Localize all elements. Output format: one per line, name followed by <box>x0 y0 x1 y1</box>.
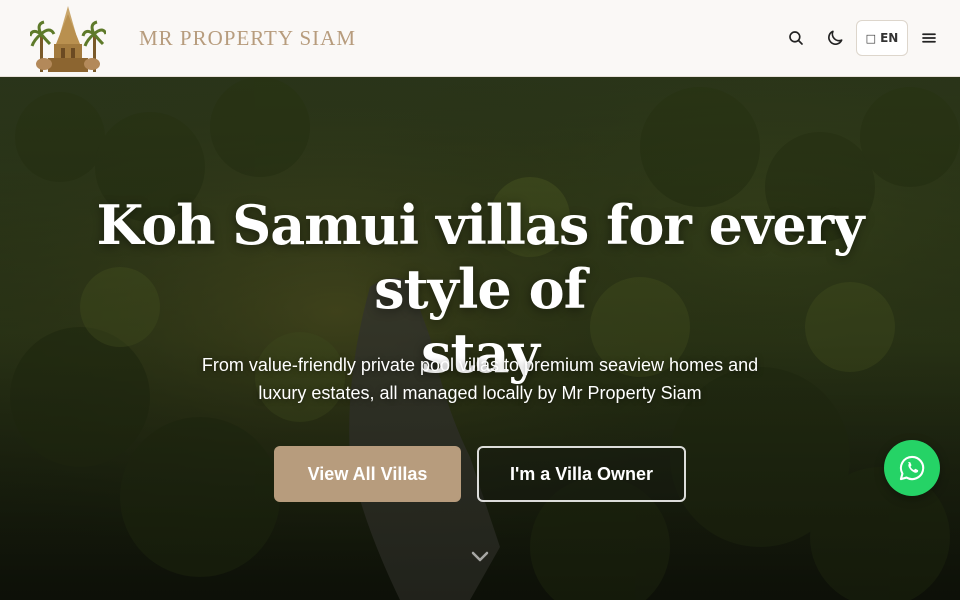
logo[interactable] <box>30 4 106 74</box>
hero-section: Koh Samui villas for every style of stay… <box>0 77 960 600</box>
brand-name[interactable]: MR PROPERTY SIAM <box>139 26 356 51</box>
language-button[interactable]: □ EN <box>856 20 908 56</box>
view-all-villas-button[interactable]: View All Villas <box>274 446 461 502</box>
hero-subheading-line1: From value-friendly private pool villas … <box>201 355 759 375</box>
whatsapp-button[interactable] <box>884 440 940 496</box>
language-label: EN <box>880 31 899 45</box>
hero-subheading-line2: luxury estates, all managed locally by M… <box>258 383 702 403</box>
hero-subheading: From value-friendly private pool villas … <box>170 351 790 407</box>
hamburger-menu-icon[interactable] <box>917 26 941 50</box>
hero-headline-line1: Koh Samui villas for every style of <box>96 193 864 321</box>
search-icon[interactable] <box>784 26 808 50</box>
whatsapp-icon <box>899 455 925 481</box>
moon-icon[interactable] <box>823 26 847 50</box>
site-header: MR PROPERTY SIAM □ EN <box>0 0 960 77</box>
villa-owner-button[interactable]: I'm a Villa Owner <box>477 446 686 502</box>
chevron-down-icon[interactable] <box>468 547 492 567</box>
globe-icon: □ <box>865 31 877 45</box>
